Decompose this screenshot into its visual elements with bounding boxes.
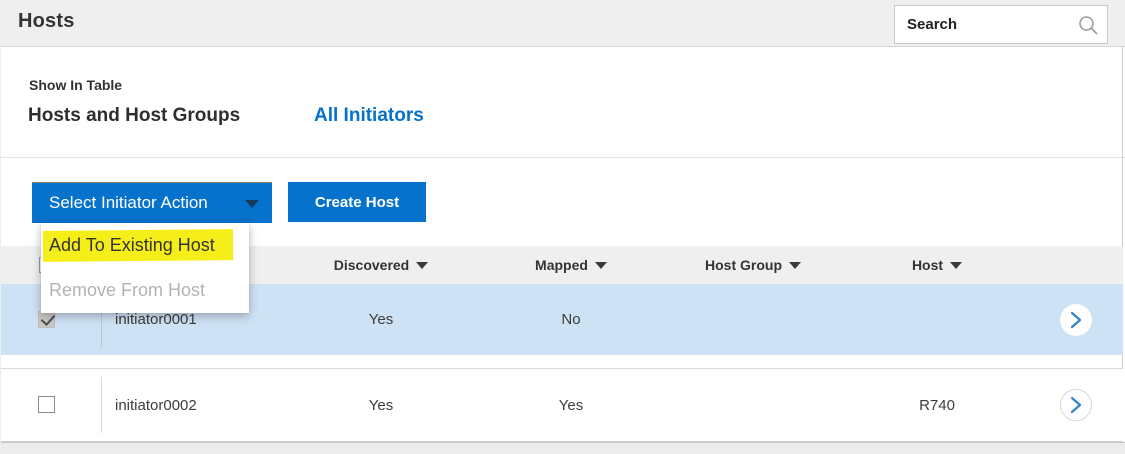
host-cell: R740: [867, 369, 1007, 441]
select-initiator-action-label: Select Initiator Action: [49, 193, 208, 212]
sort-caret-icon: [950, 262, 962, 269]
row-checkbox-checked[interactable]: [38, 311, 55, 328]
tab-all-initiators[interactable]: All Initiators: [314, 105, 424, 127]
search-icon[interactable]: [1077, 14, 1099, 36]
top-bar: Hosts Search: [1, 0, 1125, 47]
section-divider: [1, 157, 1125, 158]
search-label: Search: [907, 16, 957, 33]
chevron-right-icon: [1069, 396, 1083, 414]
sort-caret-icon: [595, 262, 607, 269]
menu-item-remove-from-host[interactable]: Remove From Host: [41, 268, 249, 313]
mapped-cell: No: [501, 284, 641, 355]
host-group-cell: [683, 284, 823, 355]
column-header-host[interactable]: Host: [867, 246, 1007, 284]
search-input[interactable]: Search: [894, 5, 1108, 44]
tab-hosts-and-host-groups[interactable]: Hosts and Host Groups: [28, 105, 240, 127]
mapped-cell: Yes: [501, 369, 641, 441]
sort-caret-icon: [789, 262, 801, 269]
row-details-chevron-button[interactable]: [1060, 389, 1092, 421]
row-checkbox-unchecked[interactable]: [38, 396, 55, 413]
menu-item-add-to-existing-host[interactable]: Add To Existing Host: [41, 223, 249, 268]
row-details-chevron-button[interactable]: [1060, 304, 1092, 336]
sort-caret-icon: [416, 262, 428, 269]
show-in-table-label: Show In Table: [29, 77, 122, 93]
select-initiator-action-button[interactable]: Select Initiator Action: [32, 182, 272, 223]
chevron-down-icon: [245, 200, 259, 208]
column-header-host-group[interactable]: Host Group: [683, 246, 823, 284]
cell-divider: [101, 377, 102, 433]
host-group-cell: [683, 369, 823, 441]
hosts-page: Hosts Search Show In Table Hosts and Hos…: [0, 0, 1125, 454]
host-cell: [867, 284, 1007, 355]
chevron-right-icon: [1069, 311, 1083, 329]
initiator-name-cell: initiator0002: [115, 369, 315, 441]
panel-bottom-edge: [1, 442, 1125, 454]
column-header-discovered[interactable]: Discovered: [311, 246, 451, 284]
page-title: Hosts: [18, 10, 75, 33]
table-row-initiator0002[interactable]: initiator0002 Yes Yes R740: [1, 369, 1123, 441]
menu-item-label: Remove From Host: [49, 280, 205, 301]
create-host-button[interactable]: Create Host: [288, 182, 426, 222]
discovered-cell: Yes: [311, 369, 451, 441]
menu-item-label: Add To Existing Host: [49, 235, 215, 256]
initiator-action-menu: Add To Existing Host Remove From Host: [41, 223, 249, 313]
discovered-cell: Yes: [311, 284, 451, 355]
column-header-mapped[interactable]: Mapped: [501, 246, 641, 284]
